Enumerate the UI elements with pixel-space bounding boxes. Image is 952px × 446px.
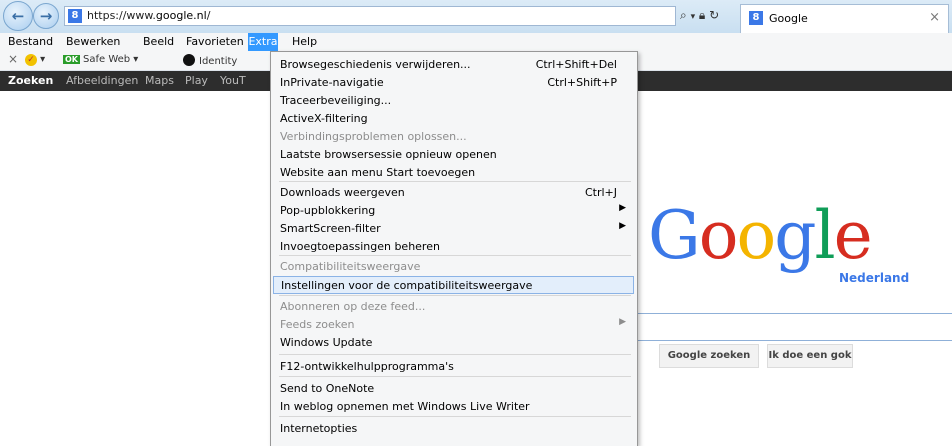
google-logo-letter: l <box>814 197 835 274</box>
chevron-down-icon[interactable]: ▾ <box>691 12 696 22</box>
menu-bewerken[interactable]: Bewerken <box>66 35 120 48</box>
lock-icon[interactable]: 🔒︎ <box>699 8 705 22</box>
gbar-youtube[interactable]: YouT <box>220 74 246 87</box>
google-logo-country: Nederland <box>839 271 910 285</box>
address-actions: ⌕ ▾ 🔒︎ ↻ <box>680 8 719 23</box>
identity-button[interactable]: Identity <box>183 54 237 67</box>
safe-web-button[interactable]: OK Safe Web ▾ <box>63 54 138 65</box>
submenu-arrow-icon: ▶ <box>619 317 626 327</box>
menu-separator <box>279 295 631 296</box>
close-icon[interactable]: × <box>8 52 18 66</box>
menu-item-internet-options[interactable]: Internetopties <box>273 420 634 438</box>
tab-title: Google <box>769 12 808 25</box>
menu-item-shortcut: Ctrl+Shift+P <box>547 76 617 89</box>
menu-item-inprivate[interactable]: InPrivate-navigatie Ctrl+Shift+P <box>273 74 634 92</box>
tab-close-icon[interactable]: × <box>929 10 940 25</box>
submenu-arrow-icon: ▶ <box>619 221 626 231</box>
google-favicon-icon: 8 <box>749 11 763 25</box>
google-logo-letter: G <box>648 197 701 274</box>
menu-item-compatibility-view: Compatibiliteitsweergave <box>273 258 634 276</box>
menu-item-reopen-session[interactable]: Laatste browsersessie opnieuw openen <box>273 146 634 164</box>
menu-item-label: Pop-upblokkering <box>280 204 376 217</box>
gbar-afbeeldingen[interactable]: Afbeeldingen <box>66 74 138 87</box>
menu-item-shortcut: Ctrl+Shift+Del <box>535 58 617 71</box>
gbar-play[interactable]: Play <box>185 74 208 87</box>
google-logo-letter: o <box>736 197 776 274</box>
menu-item-label: Internetopties <box>280 422 358 435</box>
menu-item-label: Windows Update <box>280 336 373 349</box>
google-logo-letter: e <box>833 197 873 274</box>
gbar-maps[interactable]: Maps <box>145 74 174 87</box>
menu-item-connection-problems: Verbindingsproblemen oplossen... <box>273 128 634 146</box>
tab-google[interactable]: 8 Google × <box>740 4 949 33</box>
menu-item-label: SmartScreen-filter <box>280 222 381 235</box>
menu-item-activex-filtering[interactable]: ActiveX-filtering <box>273 110 634 128</box>
menu-item-label: F12-ontwikkelhulpprogramma's <box>280 360 454 373</box>
address-url: https://www.google.nl/ <box>87 9 211 22</box>
menu-item-find-feeds: Feeds zoeken ▶ <box>273 316 634 334</box>
menu-item-label: InPrivate-navigatie <box>280 76 384 89</box>
menu-item-subscribe-feed: Abonneren op deze feed... <box>273 298 634 316</box>
arrow-right-icon: → <box>39 7 53 25</box>
back-button[interactable]: ← <box>3 1 33 31</box>
refresh-icon[interactable]: ↻ <box>709 8 719 22</box>
address-bar[interactable]: 8 https://www.google.nl/ <box>64 6 676 26</box>
menu-item-tracking-protection[interactable]: Traceerbeveiliging... <box>273 92 634 110</box>
check-icon: ✓ <box>25 54 37 66</box>
google-logo-letter: o <box>698 197 739 274</box>
menu-item-popup-blocker[interactable]: Pop-upblokkering ▶ <box>273 202 634 220</box>
menu-item-label: Compatibiliteitsweergave <box>280 260 421 273</box>
menu-item-blog-in-windows-live-writer[interactable]: In weblog opnemen met Windows Live Write… <box>273 398 634 416</box>
menu-item-manage-addons[interactable]: Invoegtoepassingen beheren <box>273 238 634 256</box>
menu-item-send-to-onenote[interactable]: Send to OneNote <box>273 380 634 398</box>
menu-bestand[interactable]: Bestand <box>8 35 53 48</box>
gbar-zoeken[interactable]: Zoeken <box>8 74 53 87</box>
menu-extra[interactable]: Extra <box>248 33 278 51</box>
feeling-lucky-button[interactable]: Ik doe een gok <box>767 344 853 368</box>
menu-beeld[interactable]: Beeld <box>143 35 174 48</box>
menu-item-label: Website aan menu Start toevoegen <box>280 166 476 179</box>
menu-item-label: Laatste browsersessie opnieuw openen <box>280 148 497 161</box>
menu-separator <box>279 354 631 355</box>
menu-item-label: Invoegtoepassingen beheren <box>280 240 440 253</box>
ok-badge: OK <box>63 55 80 64</box>
search-input[interactable] <box>634 313 952 341</box>
forward-button[interactable]: → <box>33 3 59 29</box>
extra-menu-dropdown: Browsegeschiedenis verwijderen... Ctrl+Sh… <box>270 51 638 446</box>
menu-item-label: Browsegeschiedenis verwijderen... <box>280 58 471 71</box>
menu-item-windows-update[interactable]: Windows Update <box>273 334 634 352</box>
identity-icon <box>183 54 195 66</box>
menu-item-label: Send to OneNote <box>280 382 375 395</box>
google-search-button[interactable]: Google zoeken <box>659 344 759 368</box>
menu-item-label: Instellingen voor de compatibiliteitswee… <box>281 279 533 292</box>
google-logo: Google <box>648 197 873 274</box>
menu-item-label: Verbindingsproblemen oplossen... <box>280 130 467 143</box>
menu-item-view-downloads[interactable]: Downloads weergeven Ctrl+J <box>273 184 634 202</box>
menu-item-label: Downloads weergeven <box>280 186 405 199</box>
arrow-left-icon: ← <box>11 7 25 25</box>
google-logo-letter: g <box>774 197 816 274</box>
norton-check-button[interactable]: ✓ ▾ <box>25 54 45 66</box>
submenu-arrow-icon: ▶ <box>619 203 626 213</box>
menu-item-add-to-start[interactable]: Website aan menu Start toevoegen <box>273 164 634 182</box>
menu-item-label: Abonneren op deze feed... <box>280 300 426 313</box>
menu-separator <box>279 376 631 377</box>
menu-separator <box>279 416 631 417</box>
menu-item-label: Traceerbeveiliging... <box>280 94 392 107</box>
menu-help[interactable]: Help <box>292 35 317 48</box>
google-favicon-icon: 8 <box>68 9 82 23</box>
menu-item-compatibility-view-settings[interactable]: Instellingen voor de compatibiliteitswee… <box>273 276 634 294</box>
menu-item-smartscreen-filter[interactable]: SmartScreen-filter ▶ <box>273 220 634 238</box>
menu-item-shortcut: Ctrl+J <box>584 186 617 199</box>
menu-item-f12-devtools[interactable]: F12-ontwikkelhulpprogramma's <box>273 358 634 376</box>
search-icon[interactable]: ⌕ <box>680 8 687 22</box>
menu-item-browsing-history[interactable]: Browsegeschiedenis verwijderen... Ctrl+Sh… <box>273 56 634 74</box>
menu-item-label: ActiveX-filtering <box>280 112 368 125</box>
menu-bar: Bestand Bewerken Beeld Favorieten Extra … <box>0 33 952 51</box>
menu-item-label: In weblog opnemen met Windows Live Write… <box>280 400 530 413</box>
menu-favorieten[interactable]: Favorieten <box>186 35 244 48</box>
menu-item-label: Feeds zoeken <box>280 318 355 331</box>
browser-titlebar: ← → 8 https://www.google.nl/ ⌕ ▾ 🔒︎ ↻ 8 … <box>0 0 952 33</box>
